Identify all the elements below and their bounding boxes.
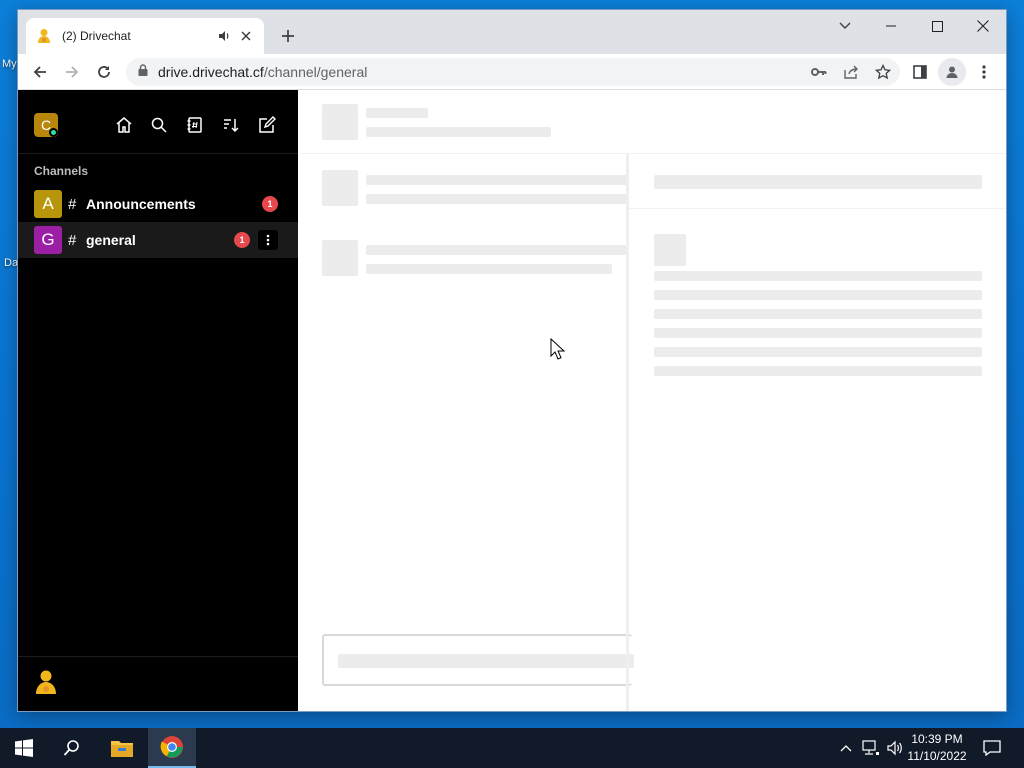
clock-time: 10:39 PM (911, 732, 963, 746)
panel-header-divider (629, 208, 1006, 209)
directory-icon[interactable] (184, 114, 206, 136)
tab-strip: (2) Drivechat (18, 10, 1006, 54)
clock-date: 11/10/2022 (907, 749, 967, 763)
header-topic-skeleton (366, 127, 551, 137)
bookmark-star-icon[interactable] (872, 61, 894, 83)
minimize-button[interactable] (868, 10, 914, 42)
panel-line-skeleton (654, 366, 982, 376)
browser-toolbar: drive.drivechat.cf/channel/general (18, 54, 1006, 90)
message-line-skeleton (366, 264, 612, 274)
tray-chevron-up-icon[interactable] (836, 728, 856, 768)
room-avatar: G (34, 226, 62, 254)
close-tab-icon[interactable] (238, 28, 254, 44)
browser-tab[interactable]: (2) Drivechat (26, 18, 264, 54)
home-icon[interactable] (113, 114, 135, 136)
header-divider (298, 153, 1006, 154)
unread-badge: 1 (262, 196, 278, 212)
search-taskbar-icon[interactable] (48, 728, 96, 768)
header-title-skeleton (366, 108, 428, 118)
side-panel-icon[interactable] (906, 58, 934, 86)
header-avatar-skeleton (322, 104, 358, 140)
lock-icon[interactable] (138, 63, 148, 81)
tab-search-chevron-icon[interactable] (822, 10, 868, 42)
message-composer-skeleton[interactable] (322, 634, 634, 686)
channels-section-label: Channels (34, 164, 89, 178)
profile-avatar-icon[interactable] (938, 58, 966, 86)
room-menu-kebab-icon[interactable] (258, 230, 278, 250)
tab-title: (2) Drivechat (62, 29, 131, 43)
panel-line-skeleton (654, 347, 982, 357)
sidebar-footer (18, 656, 298, 711)
composer-placeholder-skeleton (338, 654, 634, 668)
desktop-icon-label[interactable]: My (2, 58, 17, 70)
panel-title-skeleton (654, 175, 982, 189)
browser-menu-icon[interactable] (970, 58, 998, 86)
sidebar: C Channels A # Announcements 1 G # gener… (18, 90, 298, 711)
chrome-taskbar-icon[interactable] (148, 728, 196, 768)
new-tab-button[interactable] (276, 24, 300, 48)
message-line-skeleton (366, 194, 628, 204)
desktop-icon-label[interactable]: Da (4, 257, 18, 269)
sidebar-item-announcements[interactable]: A # Announcements 1 (18, 186, 298, 222)
create-new-icon[interactable] (256, 114, 278, 136)
panel-line-skeleton (654, 290, 982, 300)
browser-window: (2) Drivechat drive.drivechat.cf/channel… (18, 10, 1006, 711)
back-button[interactable] (26, 58, 54, 86)
message-avatar-skeleton (322, 240, 358, 276)
share-icon[interactable] (840, 61, 862, 83)
system-clock[interactable]: 10:39 PM 11/10/2022 (904, 731, 970, 765)
key-icon[interactable] (808, 61, 830, 83)
url-text: drive.drivechat.cf/channel/general (158, 64, 368, 80)
user-avatar-icon[interactable] (34, 669, 58, 695)
forward-button[interactable] (58, 58, 86, 86)
message-avatar-skeleton (322, 170, 358, 206)
unread-badge: 1 (234, 232, 250, 248)
mouse-cursor-icon (550, 337, 566, 360)
reload-button[interactable] (90, 58, 118, 86)
close-window-button[interactable] (960, 10, 1006, 42)
panel-line-skeleton (654, 328, 982, 338)
speaker-icon[interactable] (216, 28, 232, 44)
taskbar: 10:39 PM 11/10/2022 (0, 728, 1024, 768)
sidebar-item-general[interactable]: G # general 1 (18, 222, 298, 258)
channel-hash-icon: # (68, 231, 77, 249)
panel-line-skeleton (654, 309, 982, 319)
notification-center-icon[interactable] (980, 728, 1004, 768)
drivechat-app: C Channels A # Announcements 1 G # gener… (18, 90, 1006, 711)
sort-icon[interactable] (220, 114, 242, 136)
volume-icon[interactable] (884, 728, 906, 768)
maximize-button[interactable] (914, 10, 960, 42)
room-name: general (86, 232, 136, 248)
main-content-skeleton (298, 90, 1006, 711)
search-icon[interactable] (148, 114, 170, 136)
online-status-indicator (49, 128, 58, 137)
panel-line-skeleton (654, 271, 982, 281)
message-line-skeleton (366, 245, 628, 255)
sidebar-header: C (18, 90, 298, 154)
panel-avatar-skeleton (654, 234, 686, 266)
room-name: Announcements (86, 196, 196, 212)
address-bar[interactable]: drive.drivechat.cf/channel/general (126, 58, 900, 86)
room-avatar: A (34, 190, 62, 218)
panel-divider (626, 153, 629, 711)
channel-hash-icon: # (68, 195, 77, 213)
file-explorer-icon[interactable] (98, 728, 146, 768)
message-line-skeleton (366, 175, 628, 185)
drivechat-favicon-icon (36, 28, 52, 44)
network-icon[interactable] (860, 728, 882, 768)
start-button[interactable] (0, 728, 48, 768)
